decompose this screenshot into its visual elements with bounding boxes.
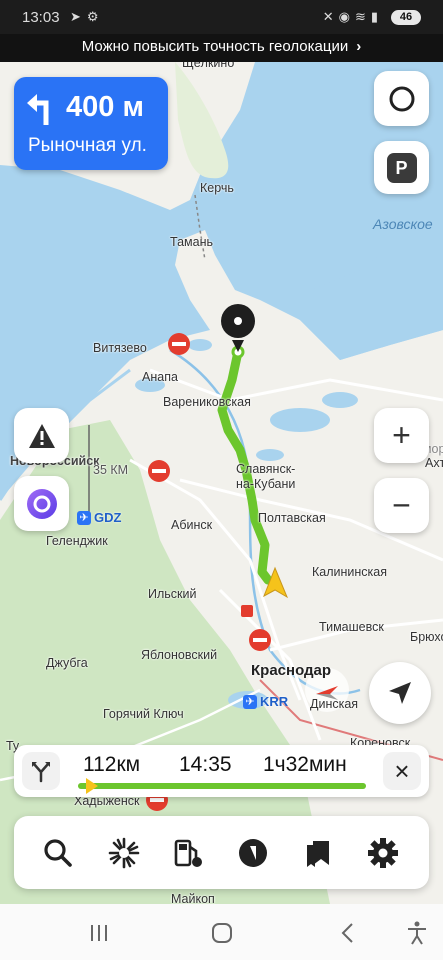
accessibility-button[interactable] (402, 918, 432, 948)
turn-left-icon (27, 94, 49, 125)
route-summary-bar[interactable]: 112км 14:35 1ч32мин × (14, 745, 429, 797)
settings-button[interactable] (364, 834, 402, 872)
signal-icon: ▮ (370, 9, 383, 24)
place-label: Славянск- (236, 462, 296, 476)
scale-label: 35 КМ (93, 463, 129, 477)
plus-icon: + (392, 417, 411, 453)
road-closed-icon[interactable] (249, 629, 271, 651)
place-label: Тимашевск (319, 620, 384, 634)
zoom-in-button[interactable]: + (374, 408, 429, 463)
alice-voice-button[interactable] (374, 71, 429, 126)
airplane-icon: ✈ (77, 510, 91, 525)
recents-icon (91, 925, 107, 941)
bottom-toolbar (14, 816, 429, 889)
settings-icon (368, 838, 398, 868)
place-label: Тамань (170, 235, 213, 249)
wifi-icon: ≋ (354, 9, 371, 24)
place-label: Ахт (425, 456, 443, 470)
music-icon (239, 839, 267, 867)
place-label: Краснодар (251, 662, 332, 679)
status-time: 13:03 (22, 9, 60, 26)
accessibility-icon (408, 921, 426, 945)
search-icon (44, 839, 72, 867)
ruble-sign-icon (241, 605, 253, 617)
route-distance: 112км (83, 753, 141, 776)
minus-icon: − (392, 487, 411, 523)
navigation-icon: ➤ (70, 9, 87, 24)
place-label: Варениковская (163, 395, 251, 409)
sea-label: Азовское (373, 216, 433, 232)
alternative-routes-button[interactable] (22, 752, 60, 790)
airport-marker-gdz[interactable]: ✈ GDZ (77, 510, 121, 525)
status-bar: 13:03 ➤⚙ ✕◉≋▮ 46 (0, 0, 443, 34)
place-label: Витязево (93, 341, 147, 355)
place-label: Горячий Ключ (103, 707, 184, 721)
route-branch-icon (32, 762, 50, 783)
route-progress-fill (78, 783, 366, 789)
home-icon (212, 923, 232, 943)
status-right-icons: ✕◉≋▮ (323, 9, 383, 25)
progress-cursor-icon (86, 778, 99, 794)
bookmarks-button[interactable] (299, 834, 337, 872)
explore-button[interactable] (105, 834, 143, 872)
route-progress-bar (78, 778, 366, 794)
parking-button[interactable]: P (374, 141, 429, 194)
explore-icon (108, 837, 140, 869)
navigation-arrow-icon (389, 682, 411, 704)
place-label: на-Кубани (236, 477, 296, 491)
status-left-icons: ➤⚙ (70, 9, 105, 25)
airplane-icon: ✈ (243, 694, 257, 709)
turn-instruction-card[interactable]: 400 м Рыночная ул. (14, 77, 168, 170)
warning-icon (28, 423, 55, 448)
alice-assistant-button[interactable] (14, 476, 69, 531)
back-button[interactable] (332, 918, 362, 948)
gas-station-button[interactable] (169, 834, 207, 872)
place-label: Полтавская (258, 511, 326, 525)
road-closed-icon[interactable] (168, 333, 190, 355)
place-label: Джубга (46, 656, 88, 670)
airport-code: KRR (260, 694, 289, 709)
place-label: Керчь (200, 181, 234, 195)
geo-banner-text: Можно повысить точность геолокации (81, 38, 349, 55)
place-label: Ильский (148, 587, 197, 601)
report-incident-button[interactable] (14, 408, 69, 463)
system-navigation-bar (0, 904, 443, 960)
place-label: Брюхо (410, 630, 443, 644)
route-arrival-time: 14:35 (179, 753, 232, 776)
bookmarks-icon (307, 841, 329, 867)
place-label: Геленджик (46, 534, 108, 548)
settings-icon: ⚙ (86, 9, 105, 24)
home-button[interactable] (207, 918, 237, 948)
place-label: Майкоп (171, 892, 215, 904)
route-duration: 1ч32мин (263, 753, 347, 776)
airport-marker-krr[interactable]: ✈ KRR (243, 694, 288, 709)
back-icon (341, 923, 353, 943)
my-location-button[interactable] (369, 662, 431, 724)
place-label: Щёлкино (182, 62, 235, 70)
turn-street-name: Рыночная ул. (28, 135, 147, 156)
place-label: Калининская (312, 565, 388, 579)
music-button[interactable] (234, 834, 272, 872)
place-label: Яблоновский (141, 648, 218, 662)
road-closed-icon[interactable] (148, 460, 170, 482)
place-label: Динская (310, 697, 359, 711)
turn-distance: 400 м (66, 91, 144, 123)
alice-icon (26, 488, 57, 519)
alice-ring-icon (389, 86, 414, 111)
parking-icon: P (386, 152, 417, 183)
recent-apps-button[interactable] (84, 918, 114, 948)
zoom-out-button[interactable]: − (374, 478, 429, 533)
mute-icon: ✕ (322, 9, 339, 24)
geolocation-accuracy-banner[interactable]: Можно повысить точность геолокации › (0, 34, 443, 62)
location-icon: ◉ (338, 9, 355, 24)
chevron-right-icon: › (356, 38, 362, 55)
place-label: Анапа (142, 370, 178, 384)
place-label: Абинск (171, 518, 213, 532)
battery-indicator: 46 (391, 10, 421, 25)
close-route-button[interactable]: × (383, 752, 421, 790)
close-icon: × (394, 756, 410, 786)
airport-code: GDZ (94, 510, 122, 525)
search-button[interactable] (39, 834, 77, 872)
gas-station-icon (174, 839, 202, 867)
